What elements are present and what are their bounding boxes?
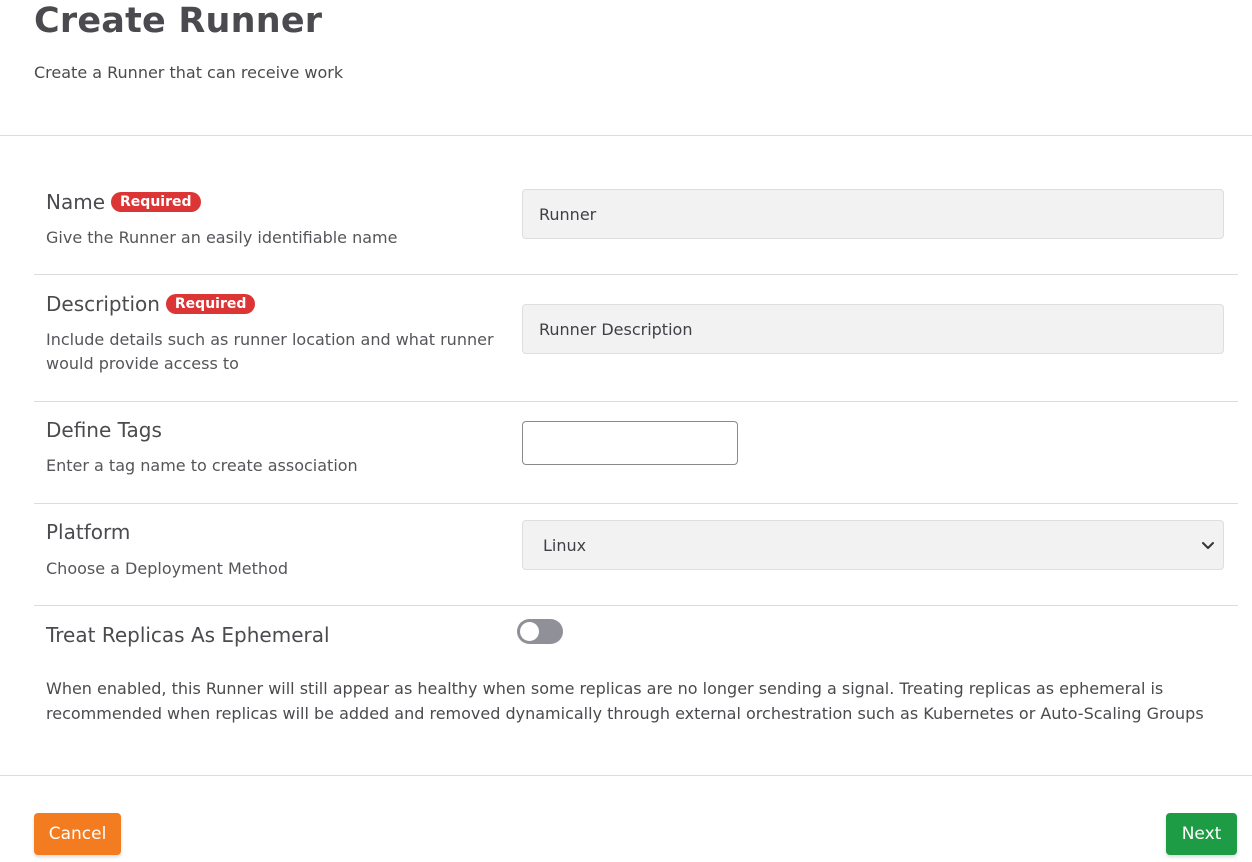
description-input-value: Runner Description [539, 319, 693, 339]
description-label-text: Description [46, 292, 160, 316]
row-divider [34, 605, 1238, 606]
platform-label-text: Platform [46, 520, 131, 544]
tags-help-text: Enter a tag name to create association [46, 456, 358, 475]
platform-select[interactable]: Linux [522, 520, 1224, 570]
name-input-value: Runner [539, 204, 597, 224]
name-label-text: Name [46, 190, 106, 214]
name-label: Name Required [46, 189, 201, 215]
ephemeral-label: Treat Replicas As Ephemeral [46, 622, 330, 648]
name-input[interactable]: Runner [522, 189, 1224, 239]
platform-help-text: Choose a Deployment Method [46, 559, 289, 578]
ephemeral-toggle[interactable] [517, 619, 563, 644]
page-title: Create Runner [34, 1, 323, 41]
description-input[interactable]: Runner Description [522, 304, 1224, 354]
row-divider [34, 401, 1238, 402]
page-subtitle: Create a Runner that can receive work [34, 63, 344, 82]
tags-input[interactable] [522, 421, 738, 465]
footer-divider [0, 775, 1252, 776]
row-divider [34, 274, 1238, 275]
name-help-text: Give the Runner an easily identifiable n… [46, 228, 398, 247]
toggle-knob [520, 622, 539, 641]
tags-label-text: Define Tags [46, 418, 162, 442]
platform-label: Platform [46, 519, 130, 545]
ephemeral-help-text: When enabled, this Runner will still app… [46, 679, 1204, 723]
description-label: Description Required [46, 291, 256, 317]
name-required-badge: Required [111, 192, 201, 212]
description-help-text: Include details such as runner location … [46, 330, 494, 373]
tags-label: Define Tags [46, 417, 162, 443]
ephemeral-label-text: Treat Replicas As Ephemeral [46, 623, 330, 647]
header-divider [0, 135, 1252, 136]
chevron-down-icon [1202, 542, 1214, 549]
platform-selected-value: Linux [543, 535, 587, 555]
row-divider [34, 503, 1238, 504]
description-required-badge: Required [165, 294, 256, 314]
cancel-button[interactable]: Cancel [34, 813, 121, 855]
next-button[interactable]: Next [1166, 813, 1237, 855]
